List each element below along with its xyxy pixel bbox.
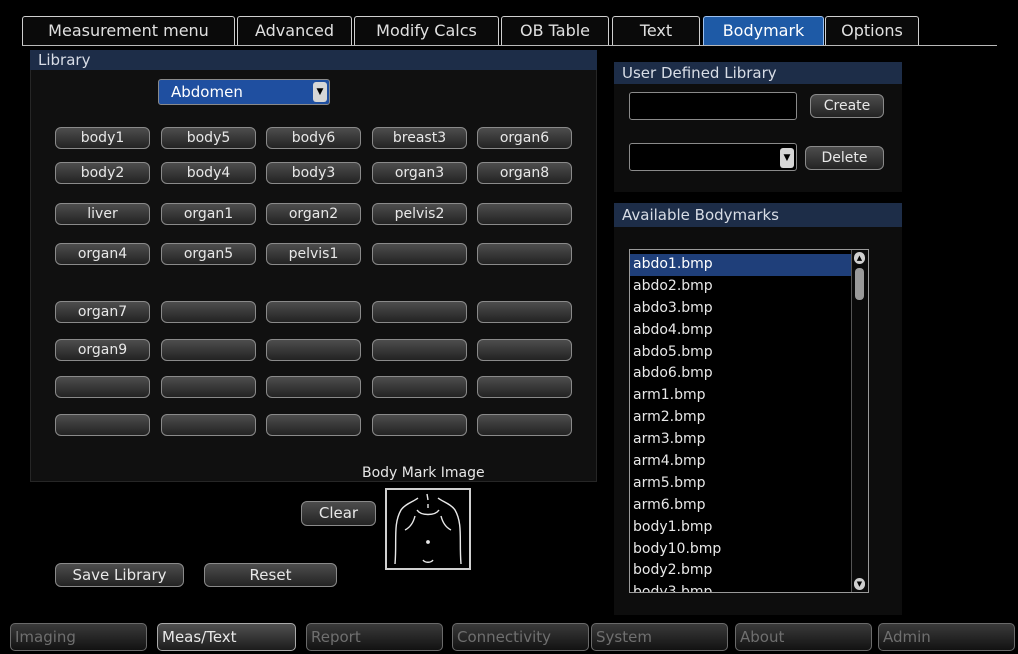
torso-bodymark-icon bbox=[394, 493, 462, 565]
list-item[interactable]: abdo4.bmp bbox=[630, 320, 851, 342]
tab-modify-calcs[interactable]: Modify Calcs bbox=[354, 16, 499, 45]
bodymark-button-empty[interactable] bbox=[372, 376, 467, 398]
bodymark-button-empty[interactable] bbox=[477, 376, 572, 398]
list-item[interactable]: arm4.bmp bbox=[630, 451, 851, 473]
tab-about[interactable]: About bbox=[735, 623, 872, 651]
tab-meas-text[interactable]: Meas/Text bbox=[157, 623, 296, 651]
bodymark-button-empty[interactable] bbox=[161, 301, 256, 323]
list-item[interactable]: abdo1.bmp bbox=[630, 254, 851, 276]
bodymark-list[interactable]: abdo1.bmp abdo2.bmp abdo3.bmp abdo4.bmp abdo… bbox=[629, 249, 869, 593]
bodymark-button-empty[interactable] bbox=[266, 301, 361, 323]
chevron-down-icon[interactable]: ▼ bbox=[780, 148, 794, 168]
bodymark-button-empty[interactable] bbox=[477, 414, 572, 436]
bodymark-button-empty[interactable] bbox=[55, 376, 150, 398]
library-name-input[interactable] bbox=[629, 92, 797, 120]
bodymark-list-items: abdo1.bmp abdo2.bmp abdo3.bmp abdo4.bmp abdo… bbox=[630, 250, 868, 592]
top-tab-bar: Measurement menu Advanced Modify Calcs O… bbox=[22, 16, 997, 46]
bodymark-button-empty[interactable] bbox=[266, 414, 361, 436]
body-mark-image bbox=[385, 488, 471, 570]
bodymark-button-organ9[interactable]: organ9 bbox=[55, 339, 150, 361]
bodymark-button-empty[interactable] bbox=[55, 414, 150, 436]
delete-button[interactable]: Delete bbox=[805, 146, 884, 170]
bodymark-button-organ6[interactable]: organ6 bbox=[477, 127, 572, 149]
bodymark-button-empty[interactable] bbox=[477, 203, 572, 225]
bodymark-button-pelvis1[interactable]: pelvis1 bbox=[266, 243, 361, 265]
bodymark-button-organ3[interactable]: organ3 bbox=[372, 162, 467, 184]
bodymark-button-organ7[interactable]: organ7 bbox=[55, 301, 150, 323]
scroll-thumb[interactable] bbox=[855, 268, 864, 300]
list-item[interactable]: abdo3.bmp bbox=[630, 298, 851, 320]
list-item[interactable]: arm6.bmp bbox=[630, 495, 851, 517]
create-button[interactable]: Create bbox=[810, 94, 884, 118]
list-item[interactable]: abdo2.bmp bbox=[630, 276, 851, 298]
library-title: Library bbox=[30, 50, 597, 70]
tab-connectivity[interactable]: Connectivity bbox=[452, 623, 589, 651]
scroll-up-icon[interactable]: ▲ bbox=[854, 252, 865, 264]
bodymark-button-empty[interactable] bbox=[161, 339, 256, 361]
tab-text[interactable]: Text bbox=[612, 16, 700, 45]
tab-ob-table[interactable]: OB Table bbox=[501, 16, 609, 45]
tab-measurement-menu[interactable]: Measurement menu bbox=[22, 16, 235, 45]
bodymark-button-body2[interactable]: body2 bbox=[55, 162, 150, 184]
user-defined-library-title: User Defined Library bbox=[614, 62, 902, 84]
list-item[interactable]: arm1.bmp bbox=[630, 385, 851, 407]
bodymark-button-body6[interactable]: body6 bbox=[266, 127, 361, 149]
bodymark-button-pelvis2[interactable]: pelvis2 bbox=[372, 203, 467, 225]
bodymark-button-organ5[interactable]: organ5 bbox=[161, 243, 256, 265]
bodymark-button-empty[interactable] bbox=[372, 301, 467, 323]
list-scrollbar[interactable]: ▲ ▼ bbox=[851, 250, 868, 592]
bodymark-button-body1[interactable]: body1 bbox=[55, 127, 150, 149]
list-item[interactable]: arm3.bmp bbox=[630, 429, 851, 451]
scroll-down-icon[interactable]: ▼ bbox=[854, 578, 865, 590]
library-category-dropdown[interactable]: Abdomen ▼ bbox=[158, 79, 330, 105]
tab-report[interactable]: Report bbox=[306, 623, 443, 651]
tab-admin[interactable]: Admin bbox=[878, 623, 1015, 651]
library-category-value: Abdomen bbox=[171, 83, 243, 101]
list-item[interactable]: body3.bmp bbox=[630, 582, 851, 592]
chevron-down-icon[interactable]: ▼ bbox=[313, 82, 327, 102]
bodymark-button-organ1[interactable]: organ1 bbox=[161, 203, 256, 225]
clear-button[interactable]: Clear bbox=[301, 501, 376, 526]
bodymark-button-empty[interactable] bbox=[372, 339, 467, 361]
list-item[interactable]: body1.bmp bbox=[630, 517, 851, 539]
bodymark-button-empty[interactable] bbox=[477, 339, 572, 361]
bodymark-button-body4[interactable]: body4 bbox=[161, 162, 256, 184]
list-item[interactable]: abdo5.bmp bbox=[630, 342, 851, 364]
bodymark-button-body3[interactable]: body3 bbox=[266, 162, 361, 184]
bodymark-button-organ4[interactable]: organ4 bbox=[55, 243, 150, 265]
bodymark-button-liver[interactable]: liver bbox=[55, 203, 150, 225]
reset-button[interactable]: Reset bbox=[204, 563, 337, 587]
list-item[interactable]: body10.bmp bbox=[630, 539, 851, 561]
bodymark-button-organ8[interactable]: organ8 bbox=[477, 162, 572, 184]
bodymark-button-empty[interactable] bbox=[266, 339, 361, 361]
bodymark-button-empty[interactable] bbox=[372, 243, 467, 265]
list-item[interactable]: abdo6.bmp bbox=[630, 363, 851, 385]
tab-underline bbox=[22, 45, 997, 46]
list-item[interactable]: arm2.bmp bbox=[630, 407, 851, 429]
bodymark-button-empty[interactable] bbox=[161, 414, 256, 436]
bodymark-button-organ2[interactable]: organ2 bbox=[266, 203, 361, 225]
available-bodymarks-title: Available Bodymarks bbox=[614, 203, 902, 227]
bodymark-button-empty[interactable] bbox=[372, 414, 467, 436]
bottom-tab-bar: Imaging Meas/Text Report Connectivity Sy… bbox=[10, 623, 1015, 651]
tab-advanced[interactable]: Advanced bbox=[237, 16, 352, 45]
list-item[interactable]: body2.bmp bbox=[630, 560, 851, 582]
bodymark-button-empty[interactable] bbox=[477, 243, 572, 265]
tab-options[interactable]: Options bbox=[825, 16, 919, 45]
tab-system[interactable]: System bbox=[591, 623, 728, 651]
bodymark-button-body5[interactable]: body5 bbox=[161, 127, 256, 149]
bodymark-button-empty[interactable] bbox=[477, 301, 572, 323]
tab-bodymark[interactable]: Bodymark bbox=[703, 16, 824, 45]
bodymark-button-empty[interactable] bbox=[266, 376, 361, 398]
user-library-select[interactable]: ▼ bbox=[629, 143, 797, 171]
bodymark-button-empty[interactable] bbox=[161, 376, 256, 398]
body-mark-image-label: Body Mark Image bbox=[362, 465, 485, 481]
bodymark-button-breast3[interactable]: breast3 bbox=[372, 127, 467, 149]
list-item[interactable]: arm5.bmp bbox=[630, 473, 851, 495]
save-library-button[interactable]: Save Library bbox=[55, 563, 184, 587]
tab-imaging[interactable]: Imaging bbox=[10, 623, 147, 651]
